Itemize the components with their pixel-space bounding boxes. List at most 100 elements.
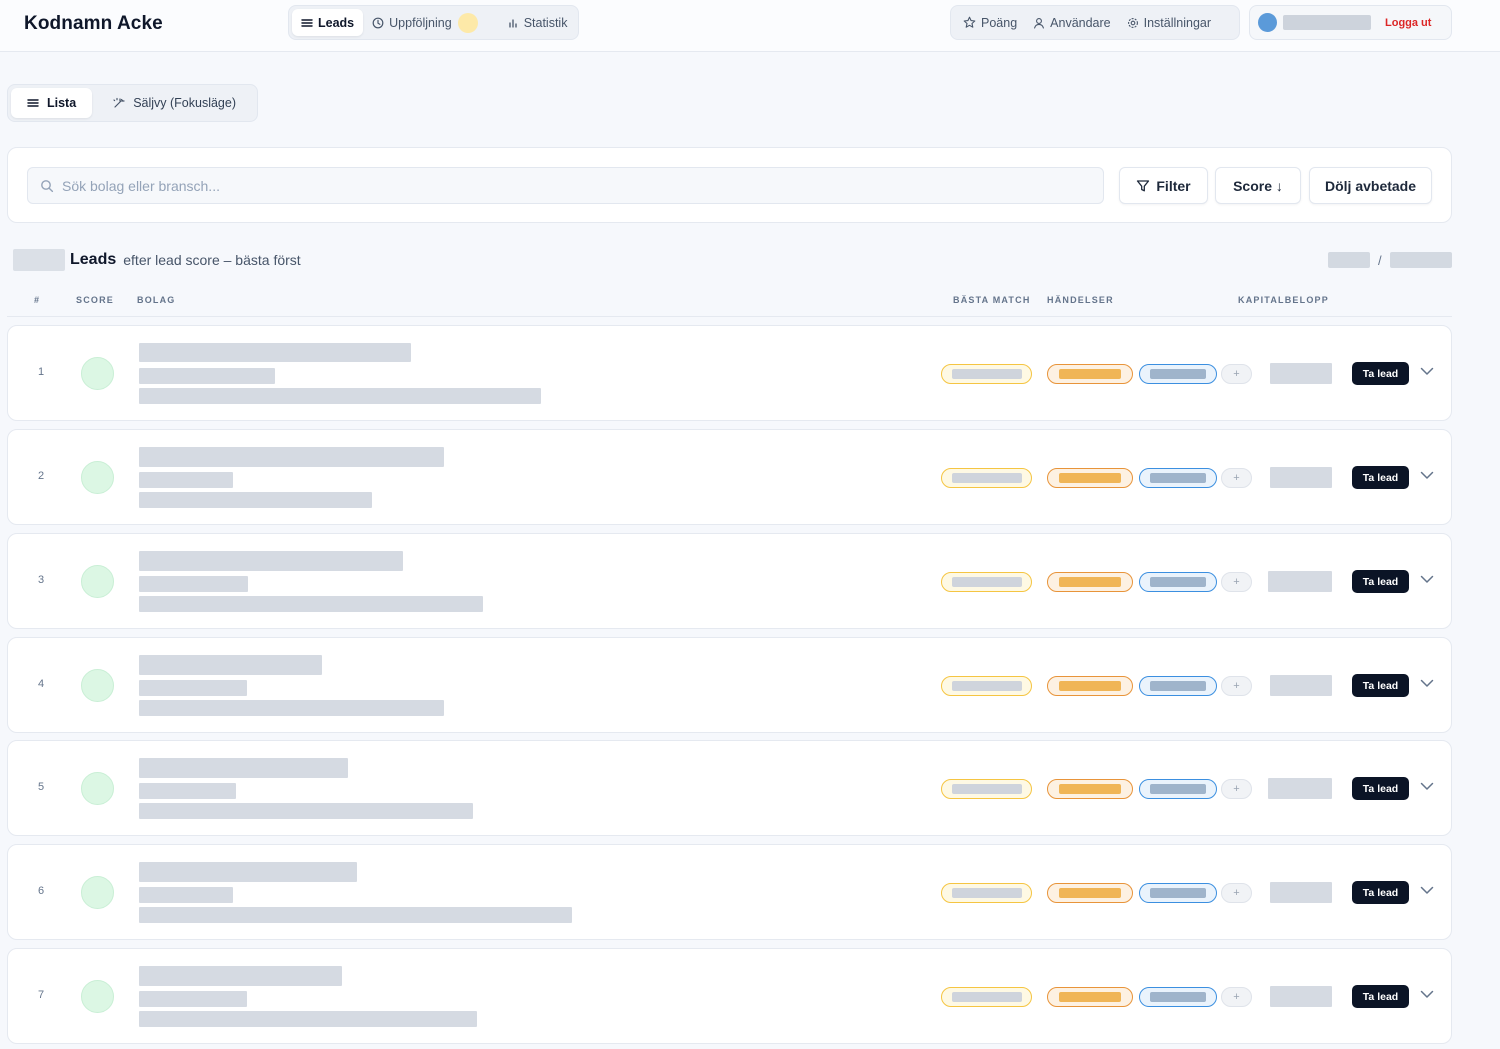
table-row[interactable]: 4 + Ta lead	[7, 637, 1452, 733]
best-match-pill[interactable]	[941, 572, 1032, 592]
take-lead-button[interactable]: Ta lead	[1352, 466, 1409, 489]
more-events-button[interactable]: +	[1221, 676, 1252, 696]
chevron-down-icon[interactable]	[1419, 984, 1435, 1004]
secondary-nav: Poäng Användare Inställningar	[950, 5, 1240, 40]
nav-points-label: Poäng	[981, 15, 1018, 30]
best-match-pill-redacted	[951, 992, 1022, 1002]
event-pill-redacted	[1059, 888, 1121, 898]
chevron-down-icon[interactable]	[1419, 776, 1435, 796]
company-name-redacted	[139, 551, 403, 571]
company-name-redacted	[139, 655, 322, 675]
more-events-button[interactable]: +	[1221, 779, 1252, 799]
row-number: 2	[37, 470, 45, 482]
company-desc-redacted	[139, 803, 473, 819]
hide-paid-button[interactable]: Dölj avbetade	[1309, 167, 1432, 204]
more-events-button[interactable]: +	[1221, 572, 1252, 592]
nav-followup[interactable]: Uppföljning	[363, 9, 487, 36]
chevron-down-icon[interactable]	[1419, 465, 1435, 485]
best-match-pill-redacted	[951, 888, 1022, 898]
main-nav: Leads Uppföljning Statistik	[288, 5, 579, 40]
event-pill[interactable]	[1047, 572, 1133, 592]
nav-stats[interactable]: Statistik	[499, 9, 577, 36]
more-events-button[interactable]: +	[1221, 364, 1252, 384]
event-pill[interactable]	[1047, 468, 1133, 488]
event-pill-redacted	[1059, 992, 1121, 1002]
take-lead-button[interactable]: Ta lead	[1352, 362, 1409, 385]
row-number: 7	[37, 989, 45, 1001]
event-pill[interactable]	[1139, 676, 1217, 696]
event-pill[interactable]	[1139, 987, 1217, 1007]
take-lead-button[interactable]: Ta lead	[1352, 674, 1409, 697]
nav-settings[interactable]: Inställningar	[1119, 9, 1219, 36]
best-match-pill[interactable]	[941, 883, 1032, 903]
leads-title: Leads	[70, 251, 117, 268]
page-current-redacted	[1328, 252, 1370, 268]
table-row[interactable]: 3 + Ta lead	[7, 533, 1452, 629]
best-match-pill[interactable]	[941, 779, 1032, 799]
nav-points[interactable]: Poäng	[955, 9, 1025, 36]
more-events-button[interactable]: +	[1221, 883, 1252, 903]
chevron-down-icon[interactable]	[1419, 673, 1435, 693]
top-bar: Kodnamn Acke Leads Uppföljning Statistik	[0, 0, 1500, 52]
take-lead-button[interactable]: Ta lead	[1352, 570, 1409, 593]
event-pill[interactable]	[1139, 883, 1217, 903]
table-row[interactable]: 1 + Ta lead	[7, 325, 1452, 421]
best-match-pill-redacted	[951, 473, 1022, 483]
nav-leads[interactable]: Leads	[292, 9, 364, 36]
event-pill[interactable]	[1047, 883, 1133, 903]
best-match-pill[interactable]	[941, 987, 1032, 1007]
sort-score-button[interactable]: Score ↓	[1215, 167, 1301, 204]
table-row[interactable]: 7 + Ta lead	[7, 948, 1452, 1044]
capital-amount-redacted	[1268, 571, 1332, 592]
row-number: 6	[37, 885, 45, 897]
event-pill[interactable]	[1047, 779, 1133, 799]
chevron-down-icon[interactable]	[1419, 361, 1435, 381]
company-meta-redacted	[139, 576, 248, 592]
company-meta-redacted	[139, 680, 247, 696]
company-meta-redacted	[139, 783, 236, 799]
best-match-pill-redacted	[951, 681, 1022, 691]
event-pill-redacted	[1150, 992, 1206, 1002]
event-pill[interactable]	[1139, 364, 1217, 384]
event-pill[interactable]	[1047, 987, 1133, 1007]
take-lead-button[interactable]: Ta lead	[1352, 881, 1409, 904]
take-lead-button[interactable]: Ta lead	[1352, 985, 1409, 1008]
table-row[interactable]: 2 + Ta lead	[7, 429, 1452, 525]
nav-users[interactable]: Användare	[1025, 9, 1118, 36]
more-events-button[interactable]: +	[1221, 987, 1252, 1007]
take-lead-button[interactable]: Ta lead	[1352, 777, 1409, 800]
view-tabs: Lista Säljvy (Fokusläge)	[7, 84, 258, 122]
filter-button[interactable]: Filter	[1119, 167, 1208, 204]
event-pill[interactable]	[1139, 572, 1217, 592]
chevron-down-icon[interactable]	[1419, 880, 1435, 900]
bar-chart-icon	[508, 17, 519, 28]
sort-score-label: Score ↓	[1233, 177, 1283, 194]
table-row[interactable]: 6 + Ta lead	[7, 844, 1452, 940]
logout-button[interactable]: Logga ut	[1385, 17, 1431, 29]
best-match-pill[interactable]	[941, 468, 1032, 488]
col-num: #	[34, 295, 41, 305]
search-icon	[40, 179, 54, 193]
tab-sales-view[interactable]: Säljvy (Fokusläge)	[96, 88, 252, 118]
event-pill[interactable]	[1047, 364, 1133, 384]
event-pill[interactable]	[1047, 676, 1133, 696]
nav-settings-label: Inställningar	[1143, 15, 1212, 30]
tab-list[interactable]: Lista	[11, 88, 93, 118]
chevron-down-icon[interactable]	[1419, 569, 1435, 589]
col-events: HÄNDELSER	[1047, 295, 1114, 305]
table-row[interactable]: 5 + Ta lead	[7, 740, 1452, 836]
nav-followup-label: Uppföljning	[389, 15, 452, 30]
avatar[interactable]	[1258, 13, 1277, 32]
more-events-button[interactable]: +	[1221, 468, 1252, 488]
event-pill[interactable]	[1139, 468, 1217, 488]
row-number: 5	[37, 781, 45, 793]
score-indicator	[81, 980, 114, 1013]
row-number: 1	[37, 366, 45, 378]
capital-amount-redacted	[1268, 778, 1332, 799]
event-pill[interactable]	[1139, 779, 1217, 799]
company-name-redacted	[139, 343, 411, 362]
best-match-pill[interactable]	[941, 364, 1032, 384]
best-match-pill[interactable]	[941, 676, 1032, 696]
search-input[interactable]	[62, 177, 1103, 194]
user-area: Logga ut	[1249, 5, 1452, 40]
